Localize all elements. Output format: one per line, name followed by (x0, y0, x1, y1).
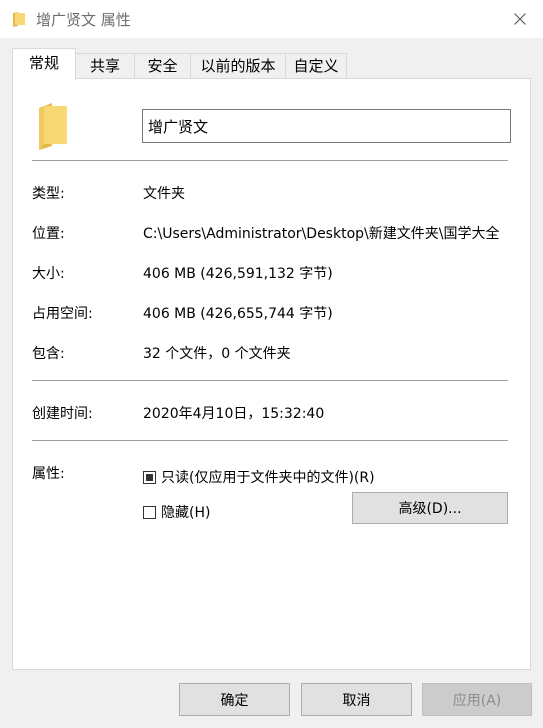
contains-value: 32 个文件，0 个文件夹 (143, 346, 291, 362)
cancel-button[interactable]: 取消 (301, 683, 412, 716)
close-button[interactable] (497, 0, 543, 38)
tab-panel-general (12, 78, 531, 670)
folder-name-input[interactable] (142, 109, 511, 143)
window-title: 增广贤文 属性 (36, 11, 131, 29)
tab-sharing[interactable]: 共享 (75, 53, 135, 78)
folder-icon (13, 12, 25, 27)
type-value: 文件夹 (143, 186, 185, 202)
created-label: 创建时间: (32, 406, 93, 422)
location-value: C:\Users\Administrator\Desktop\新建文件夹\国学大… (143, 226, 500, 242)
readonly-checkbox[interactable] (143, 470, 156, 484)
size-on-disk-value: 406 MB (426,655,744 字节) (143, 306, 333, 322)
properties-dialog: 增广贤文 属性 常规 共享 安全 以前的版本 自定义 类型: 文件夹 位置: C… (0, 0, 543, 728)
contains-label: 包含: (32, 346, 65, 362)
apply-button[interactable]: 应用(A) (422, 683, 532, 716)
hidden-checkbox[interactable] (143, 505, 156, 519)
divider (32, 440, 508, 441)
readonly-checkbox-row[interactable]: 只读(仅应用于文件夹中的文件)(R) (143, 467, 375, 487)
hidden-checkbox-row[interactable]: 隐藏(H) (143, 502, 210, 522)
title-bar: 增广贤文 属性 (0, 0, 543, 38)
size-value: 406 MB (426,591,132 字节) (143, 266, 333, 282)
divider (32, 160, 508, 161)
divider (32, 380, 508, 381)
tab-previous-versions[interactable]: 以前的版本 (190, 53, 286, 78)
hidden-label: 隐藏(H) (161, 505, 211, 521)
advanced-button[interactable]: 高级(D)... (352, 492, 508, 524)
attributes-label: 属性: (32, 466, 65, 482)
size-on-disk-label: 占用空间: (32, 306, 93, 322)
tab-general[interactable]: 常规 (12, 48, 76, 80)
tab-customize[interactable]: 自定义 (285, 53, 347, 78)
location-label: 位置: (32, 226, 65, 242)
folder-large-icon (39, 103, 67, 150)
close-icon (514, 13, 526, 25)
size-label: 大小: (32, 266, 65, 282)
tab-security[interactable]: 安全 (134, 53, 191, 78)
created-value: 2020年4月10日，15:32:40 (143, 406, 325, 422)
ok-button[interactable]: 确定 (179, 683, 290, 716)
type-label: 类型: (32, 186, 65, 202)
readonly-label: 只读(仅应用于文件夹中的文件)(R) (161, 470, 375, 486)
